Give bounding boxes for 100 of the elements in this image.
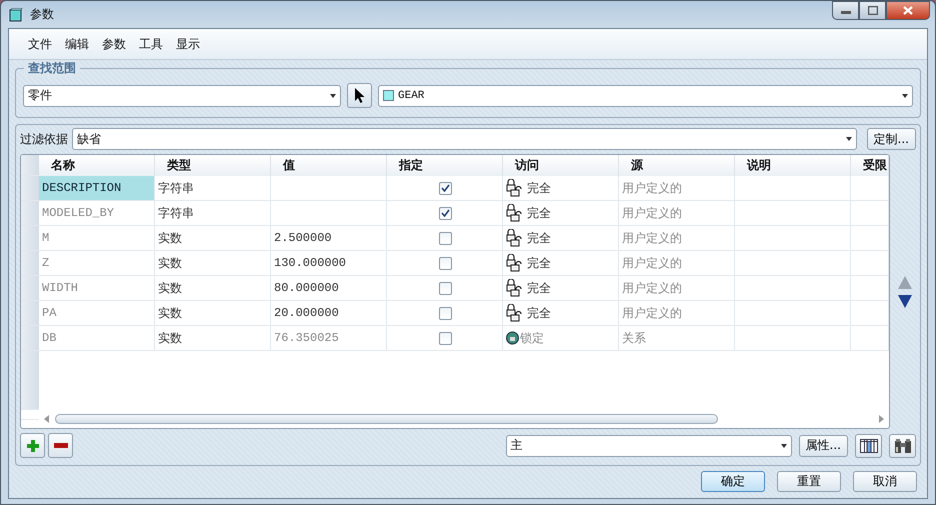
column-header[interactable]: 类型 xyxy=(155,155,271,176)
column-header[interactable]: 说明 xyxy=(735,155,851,176)
model-dropdown[interactable]: GEAR xyxy=(378,84,913,106)
checkbox[interactable] xyxy=(439,232,452,244)
scrollbar-thumb[interactable] xyxy=(55,414,718,424)
table-cell: M xyxy=(39,226,155,251)
column-header[interactable]: 指定 xyxy=(387,155,503,176)
column-header[interactable]: 值 xyxy=(271,155,387,176)
checkbox[interactable] xyxy=(439,332,452,344)
window-title: 参数 xyxy=(30,6,54,23)
table-columns-icon xyxy=(860,438,878,452)
table-cell: 实数 xyxy=(155,251,271,276)
caret-icon xyxy=(330,94,336,98)
corner-header xyxy=(21,155,39,176)
table-cell: Z xyxy=(39,251,155,276)
lock-icon xyxy=(506,331,519,345)
access-text: 完全 xyxy=(527,204,551,222)
access-text: 完全 xyxy=(527,280,551,296)
move-up-icon[interactable] xyxy=(898,276,912,288)
table-cell: 实数 xyxy=(155,301,271,326)
close-button[interactable] xyxy=(886,1,930,20)
move-down-icon[interactable] xyxy=(898,294,912,308)
dialog-button[interactable]: 重置 xyxy=(777,471,841,492)
checkbox[interactable] xyxy=(439,282,452,294)
cube-icon xyxy=(383,90,394,101)
columns-button[interactable] xyxy=(855,434,882,458)
table-cell xyxy=(851,326,889,351)
table-cell xyxy=(851,276,889,301)
plus-icon xyxy=(26,440,38,452)
scope-dropdown[interactable]: 零件 xyxy=(23,84,341,106)
row-header-strip xyxy=(21,351,39,410)
table-cell: DESCRIPTION xyxy=(39,176,155,201)
customize-button[interactable]: 定制... xyxy=(866,128,916,150)
filter-dropdown[interactable]: 缺省 xyxy=(72,128,857,150)
table-cell: 实数 xyxy=(155,226,271,251)
table-cell: 关系 xyxy=(619,326,735,351)
access-text: 完全 xyxy=(527,230,551,246)
column-header[interactable]: 受限 xyxy=(851,155,889,176)
menu-item[interactable]: 文件 xyxy=(28,36,52,52)
scroll-right-icon[interactable] xyxy=(877,414,885,424)
table-cell: 2.500000 xyxy=(271,226,387,251)
binoculars-icon xyxy=(894,438,912,454)
column-header[interactable]: 访问 xyxy=(503,155,619,176)
properties-button[interactable]: 属性... xyxy=(798,434,848,456)
add-button[interactable] xyxy=(20,433,45,458)
dialog-button[interactable]: 取消 xyxy=(853,471,917,492)
find-button[interactable] xyxy=(889,434,916,458)
access-text: 完全 xyxy=(527,254,551,272)
table-cell: WIDTH xyxy=(39,276,155,301)
table-cell: 20.000000 xyxy=(271,301,387,326)
table-cell: 用户定义的 xyxy=(619,276,735,301)
table-cell: 76.350025 xyxy=(271,326,387,351)
table-cell: 130.000000 xyxy=(271,251,387,276)
table-cell xyxy=(851,176,889,201)
menu-item[interactable]: 工具 xyxy=(139,36,163,52)
group-legend: 查找范围 xyxy=(24,60,80,77)
table-cell: 字符串 xyxy=(155,176,271,201)
access-text: 完全 xyxy=(527,180,551,196)
set-dropdown[interactable]: 主 xyxy=(506,434,792,456)
maximize-button[interactable] xyxy=(859,1,886,20)
table-cell: 实数 xyxy=(155,326,271,351)
table-cell xyxy=(851,201,889,226)
minus-icon xyxy=(54,443,68,448)
table-cell: 用户定义的 xyxy=(619,176,735,201)
table-cell: MODELED_BY xyxy=(39,201,155,226)
caret-icon xyxy=(780,444,787,448)
table-cell xyxy=(851,251,889,276)
checkbox[interactable] xyxy=(439,306,452,320)
dialog-button[interactable]: 确定 xyxy=(701,471,765,492)
access-text: 完全 xyxy=(527,304,551,322)
menu-item[interactable]: 参数 xyxy=(102,36,126,52)
access-text: 锁定 xyxy=(520,330,544,346)
table-cell: 用户定义的 xyxy=(619,301,735,326)
close-icon xyxy=(903,6,913,15)
table-cell: 字符串 xyxy=(155,201,271,226)
pointer-icon xyxy=(354,87,366,104)
table-cell: 实数 xyxy=(155,276,271,301)
table-cell xyxy=(851,301,889,326)
table-cell: 用户定义的 xyxy=(619,251,735,276)
menu-item[interactable]: 编辑 xyxy=(65,36,89,52)
table-cell: 80.000000 xyxy=(271,276,387,301)
caret-icon xyxy=(902,94,908,98)
scroll-left-icon[interactable] xyxy=(43,414,51,424)
table-cell: 用户定义的 xyxy=(619,201,735,226)
checkbox[interactable] xyxy=(439,182,452,194)
table-cell xyxy=(851,226,889,251)
cube-icon xyxy=(9,8,23,22)
checkbox[interactable] xyxy=(439,256,452,270)
maximize-icon xyxy=(868,6,878,15)
column-header[interactable]: 源 xyxy=(619,155,735,176)
table-cell: DB xyxy=(39,326,155,351)
table-cell: PA xyxy=(39,301,155,326)
caret-icon xyxy=(846,137,852,141)
minimize-button[interactable] xyxy=(832,1,859,20)
select-button[interactable] xyxy=(347,83,372,108)
remove-button[interactable] xyxy=(48,433,73,458)
filter-label: 过滤依据 xyxy=(20,130,68,148)
checkbox[interactable] xyxy=(439,206,452,220)
menu-item[interactable]: 显示 xyxy=(176,36,200,52)
table-cell: 用户定义的 xyxy=(619,226,735,251)
